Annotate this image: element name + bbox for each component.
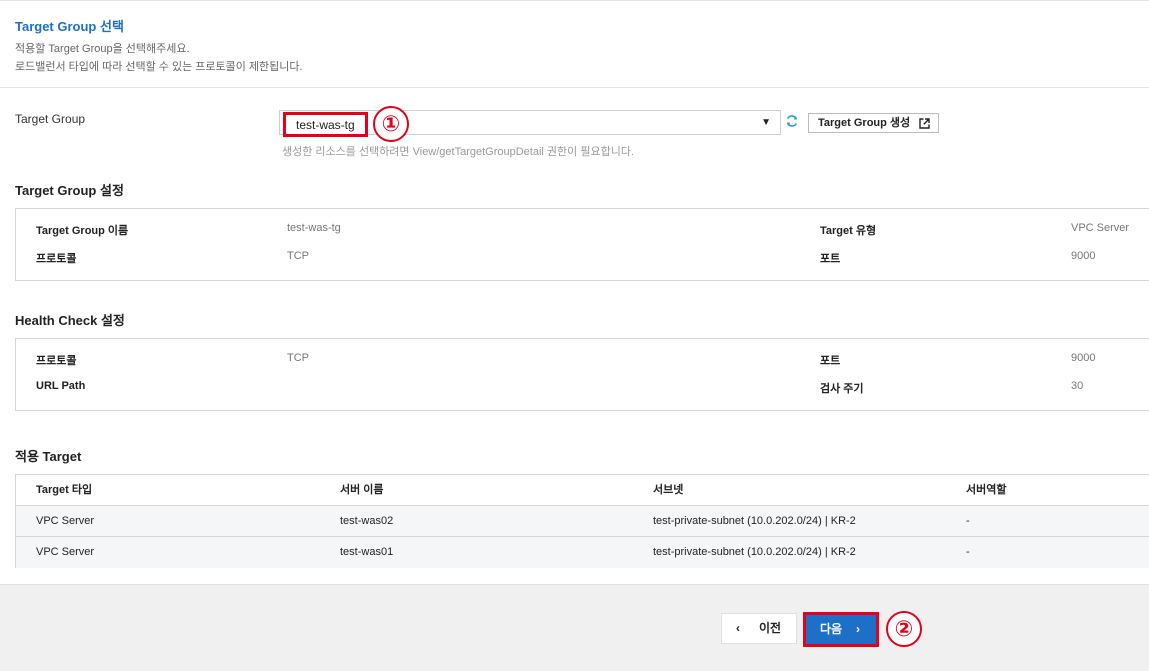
previous-button[interactable]: ‹ 이전 (721, 613, 797, 644)
health-check-panel: 프로토콜 TCP 포트 9000 URL Path 검사 주기 30 (15, 338, 1149, 411)
cell-subnet: test-private-subnet (10.0.202.0/24) | KR… (653, 546, 856, 558)
cell-server-role: - (966, 546, 970, 558)
page-title: Target Group 선택 (15, 19, 124, 34)
create-target-group-label: Target Group 생성 (818, 117, 911, 129)
table-row: VPC Server test-was01 test-private-subne… (16, 537, 1149, 568)
hc-interval-value: 30 (1071, 380, 1084, 392)
chevron-right-icon: › (856, 622, 860, 636)
cell-target-type: VPC Server (36, 546, 95, 558)
tg-type-label: Target 유형 (820, 225, 877, 237)
cell-server-name: test-was02 (340, 515, 394, 527)
page-description-note: 로드밸런서 타입에 따라 선택할 수 있는 프로토콜이 제한됩니다. (15, 61, 303, 73)
cell-subnet: test-private-subnet (10.0.202.0/24) | KR… (653, 515, 856, 527)
targets-title: 적용 Target (15, 449, 82, 464)
next-button[interactable]: 다음 › (803, 612, 879, 647)
hc-protocol-value: TCP (287, 352, 309, 364)
previous-button-label: 이전 (759, 621, 782, 635)
hc-protocol-label: 프로토콜 (36, 355, 77, 367)
col-server-role: 서버역할 (966, 484, 1007, 496)
tg-protocol-label: 프로토콜 (36, 253, 77, 265)
create-target-group-button[interactable]: Target Group 생성 (808, 113, 939, 133)
hc-interval-label: 검사 주기 (820, 383, 864, 395)
col-server-name: 서버 이름 (340, 484, 384, 496)
hc-port-label: 포트 (820, 355, 841, 367)
health-check-title: Health Check 설정 (15, 313, 125, 328)
table-header: Target 타입 서버 이름 서브넷 서버역할 (16, 475, 1149, 506)
page-description: 적용할 Target Group을 선택해주세요. (15, 43, 190, 55)
table-row: VPC Server test-was02 test-private-subne… (16, 506, 1149, 537)
page-header: Target Group 선택 적용할 Target Group을 선택해주세요… (0, 1, 1149, 88)
tg-type-value: VPC Server (1071, 222, 1130, 234)
cell-server-name: test-was01 (340, 546, 394, 558)
annotation-marker-2: ② (886, 611, 922, 647)
tg-settings-panel: Target Group 이름 test-was-tg Target 유형 VP… (15, 208, 1149, 281)
target-group-selected-value: test-was-tg (283, 112, 368, 137)
tg-name-label: Target Group 이름 (36, 225, 129, 237)
refresh-icon[interactable] (785, 114, 799, 128)
tg-name-value: test-was-tg (287, 222, 341, 234)
tg-protocol-value: TCP (287, 250, 309, 262)
annotation-marker-1: ① (373, 106, 409, 142)
target-group-select[interactable]: test-was-tg ▼ (279, 110, 781, 137)
hc-port-value: 9000 (1071, 352, 1096, 364)
next-button-label: 다음 (820, 622, 843, 636)
col-subnet: 서브넷 (653, 484, 684, 496)
tg-settings-title: Target Group 설정 (15, 183, 124, 198)
cell-server-role: - (966, 515, 970, 527)
hc-path-label: URL Path (36, 380, 86, 392)
cell-target-type: VPC Server (36, 515, 95, 527)
target-group-label: Target Group (15, 112, 86, 126)
chevron-left-icon: ‹ (736, 621, 740, 635)
tg-port-label: 포트 (820, 253, 841, 265)
chevron-down-icon: ▼ (761, 117, 771, 128)
target-group-hint: 생성한 리소스를 선택하려면 View/getTargetGroupDetail… (282, 146, 634, 158)
targets-table: Target 타입 서버 이름 서브넷 서버역할 VPC Server test… (15, 474, 1149, 568)
external-link-icon (919, 117, 930, 129)
tg-port-value: 9000 (1071, 250, 1096, 262)
col-target-type: Target 타입 (36, 484, 93, 496)
wizard-footer: ‹ 이전 다음 › (0, 584, 1149, 671)
